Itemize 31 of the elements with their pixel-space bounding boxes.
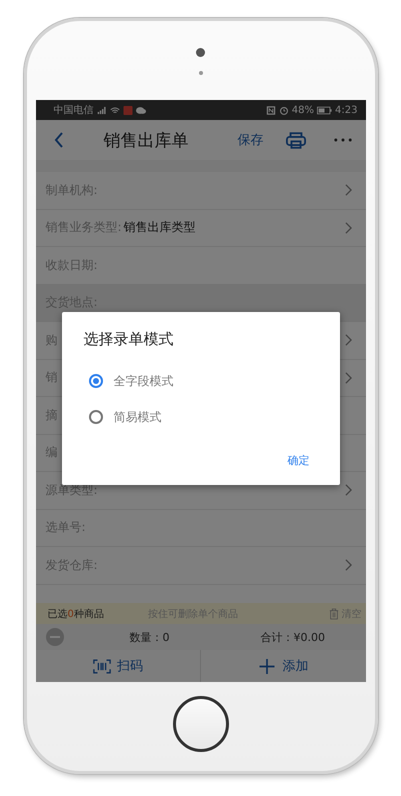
battery-icon xyxy=(317,106,332,114)
carrier-name: 中国电信 xyxy=(54,104,94,117)
printer-icon[interactable] xyxy=(286,132,306,148)
add-button[interactable]: 添加 xyxy=(201,650,366,682)
confirm-button[interactable]: 确定 xyxy=(280,451,318,470)
scan-button[interactable]: 扫码 xyxy=(36,650,200,682)
save-button[interactable]: 保存 xyxy=(238,131,264,149)
signal-icon xyxy=(96,106,106,114)
alarm-icon xyxy=(278,106,289,114)
front-camera xyxy=(196,48,205,57)
sensor-dot xyxy=(198,71,202,75)
quantity-text: 数量：0 xyxy=(130,630,170,644)
radio-option[interactable]: 全字段模式 xyxy=(84,363,318,399)
clock-time: 4:23 xyxy=(335,104,358,116)
radio-option[interactable]: 简易模式 xyxy=(84,399,318,435)
trash-icon xyxy=(328,608,338,620)
radio-button[interactable] xyxy=(88,410,102,424)
back-icon[interactable] xyxy=(54,131,64,149)
radio-button[interactable] xyxy=(88,374,102,388)
more-icon[interactable] xyxy=(334,138,352,142)
selected-count: 已选0种商品 xyxy=(48,608,104,620)
scan-icon xyxy=(92,658,111,674)
battery-percent: 48% xyxy=(292,104,314,116)
dialog-title: 选择录单模式 xyxy=(84,330,174,349)
total-text: 合计：¥0.00 xyxy=(260,630,325,644)
field-value: 销售出库类型 xyxy=(124,219,196,236)
plus-icon xyxy=(258,658,276,674)
page-title: 销售出库单 xyxy=(104,130,190,152)
wifi-icon xyxy=(110,106,120,114)
app-icon xyxy=(122,106,132,114)
nfc-icon xyxy=(266,106,276,114)
